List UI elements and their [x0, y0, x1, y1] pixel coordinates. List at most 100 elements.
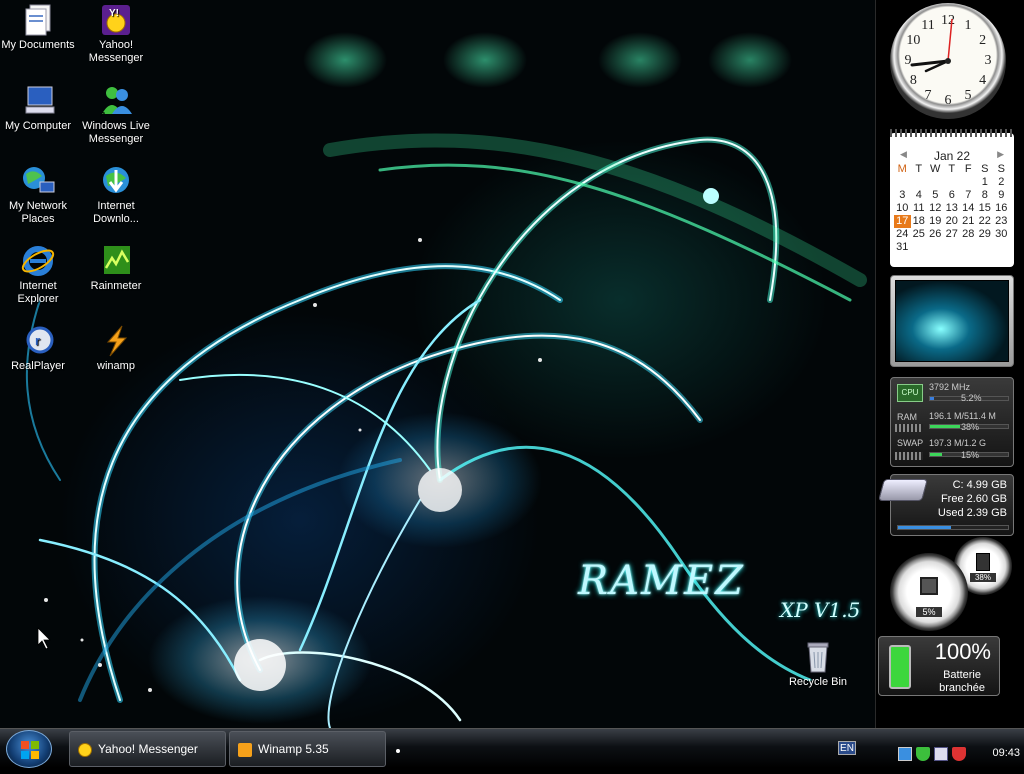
calendar-day[interactable]: 12 [927, 202, 944, 215]
wallpaper-version: XP V1.5 [780, 598, 861, 622]
calendar-day[interactable]: 13 [944, 202, 961, 215]
cpu-gauge-value: 5% [916, 607, 942, 617]
swap-label: SWAP [897, 438, 924, 448]
cpu-meter-gadget: CPU 3792 MHz 5.2% RAM 196.1 M/511.4 M 38… [890, 377, 1014, 467]
drive-usage-bar [897, 525, 1009, 530]
desktop-icon-internet-explorer[interactable]: Internet Explorer [0, 244, 78, 306]
display-icon[interactable] [934, 747, 948, 761]
drive-size: C: 4.99 GB [952, 479, 1007, 491]
battery-gadget: 100% Batterie branchée [878, 636, 1000, 696]
network-places-icon [20, 164, 56, 198]
calendar-day[interactable]: 28 [960, 228, 977, 241]
calendar-day[interactable]: 18 [911, 215, 928, 228]
desktop-icon-internet-download[interactable]: Internet Downlo... [76, 164, 156, 226]
battery-status-1: Batterie [943, 669, 981, 681]
internet-download-icon [98, 164, 134, 198]
hard-drive-icon [878, 479, 928, 501]
cpu-gauge: 5% [890, 553, 968, 631]
calendar-day[interactable]: 1 [977, 176, 994, 189]
desktop-icon-label: My Documents [1, 39, 75, 51]
calendar-day[interactable]: 27 [944, 228, 961, 241]
desktop-icon-realplayer[interactable]: r RealPlayer [0, 324, 78, 373]
calendar-day[interactable]: 29 [977, 228, 994, 241]
calendar-day[interactable]: 23 [993, 215, 1010, 228]
desktop-icon-windows-live-messenger[interactable]: ↗ Windows Live Messenger [76, 84, 156, 146]
calendar-day[interactable]: 30 [993, 228, 1010, 241]
calendar-day[interactable]: 15 [977, 202, 994, 215]
desktop-icon-my-computer[interactable]: My Computer [0, 84, 78, 133]
desktop-icon-recycle-bin[interactable]: Recycle Bin [778, 640, 858, 689]
calendar-day[interactable]: 4 [911, 189, 928, 202]
calendar-day [977, 241, 994, 254]
chevron-left-icon[interactable]: ◀ [900, 149, 907, 160]
calendar-day[interactable]: 9 [993, 189, 1010, 202]
my-computer-icon [20, 84, 56, 118]
calendar-day[interactable]: 24 [894, 228, 911, 241]
calendar-day[interactable]: 10 [894, 202, 911, 215]
weekday-label: W [930, 163, 941, 175]
desktop-icon-rainmeter[interactable]: Rainmeter [76, 244, 156, 293]
calendar-month: Jan 22 [933, 149, 971, 163]
calendar-rings [890, 129, 1014, 137]
calendar-day[interactable]: 25 [911, 228, 928, 241]
security-shield-icon[interactable] [916, 747, 930, 761]
desktop[interactable]: RAMEZ XP V1.5 My Documents Y! Yahoo! Mes… [0, 0, 1024, 728]
calendar-day[interactable]: 5 [927, 189, 944, 202]
calendar-day[interactable]: 2 [993, 176, 1010, 189]
week-row: 31 [894, 241, 1010, 254]
windows-logo-icon [21, 741, 39, 759]
calendar-gadget[interactable]: ◀ Jan 22 ▶ M T W T F S S 1 2 3 4 5 6 7 8 9 10 11 12 13 14 15 1… [890, 129, 1014, 267]
calendar-day[interactable]: 14 [960, 202, 977, 215]
chevron-right-icon[interactable]: ▶ [997, 149, 1004, 160]
calendar-day[interactable]: 20 [944, 215, 961, 228]
ram-chip-icon [895, 424, 923, 432]
start-button[interactable] [6, 730, 52, 768]
desktop-icon-my-documents[interactable]: My Documents [0, 3, 78, 52]
drive-meter-gadget: C: 4.99 GB Free 2.60 GB Used 2.39 GB [878, 474, 1014, 536]
taskbar-button-yahoo-messenger[interactable]: Yahoo! Messenger [69, 731, 226, 767]
calendar-day [927, 241, 944, 254]
desktop-icon-yahoo-messenger[interactable]: Y! Yahoo! Messenger [76, 3, 156, 65]
calendar-day[interactable]: 19 [927, 215, 944, 228]
language-indicator[interactable]: EN [838, 741, 856, 755]
desktop-icon-network-places[interactable]: My Network Places [0, 164, 78, 226]
calendar-day[interactable]: 22 [977, 215, 994, 228]
taskbar-button-winamp[interactable]: Winamp 5.35 [229, 731, 386, 767]
battery-status-2: branchée [939, 682, 985, 694]
swap-percent: 15% [961, 450, 980, 460]
desktop-icon-label: Yahoo! Messenger [88, 39, 144, 64]
weekday-row: MTWTFSS [894, 163, 1010, 176]
my-documents-icon [20, 3, 56, 37]
calendar-day[interactable]: 7 [960, 189, 977, 202]
gadget-sidebar: 12 1 2 3 4 5 6 7 8 9 10 11 ◀ Jan 22 ▶ MTWTFSS123456… [875, 0, 1024, 728]
clock-time[interactable]: 09:43 [992, 747, 1020, 759]
desktop-icon-winamp[interactable]: winamp [76, 324, 156, 373]
winamp-bolt-icon [238, 742, 252, 757]
calendar-day[interactable]: 21 [960, 215, 977, 228]
slideshow-gadget[interactable] [890, 275, 1014, 367]
battery-icon [889, 645, 911, 689]
swap-value: 197.3 M/1.2 G [929, 438, 987, 448]
week-row: 17 18 19 20 21 22 23 [894, 215, 1010, 228]
clock-gadget[interactable]: 12 1 2 3 4 5 6 7 8 9 10 11 [890, 3, 1006, 119]
desktop-icon-label: Recycle Bin [788, 676, 848, 688]
winamp-icon [98, 324, 134, 358]
calendar-day[interactable]: 17 [894, 215, 911, 228]
calendar-day [960, 241, 977, 254]
calendar-day[interactable]: 31 [894, 241, 911, 254]
calendar-day[interactable]: 6 [944, 189, 961, 202]
cpu-percent: 5.2% [961, 393, 982, 403]
calendar-day[interactable]: 16 [993, 202, 1010, 215]
calendar-day[interactable]: 11 [911, 202, 928, 215]
warning-shield-icon[interactable] [952, 747, 966, 761]
calendar-day[interactable]: 8 [977, 189, 994, 202]
calendar-day[interactable]: 26 [927, 228, 944, 241]
internet-explorer-icon [20, 244, 56, 278]
calendar-day[interactable]: 3 [894, 189, 911, 202]
ram-label: RAM [897, 412, 917, 422]
network-icon[interactable] [898, 747, 912, 761]
desktop-icon-label: My Computer [4, 120, 72, 132]
wallpaper-title: RAMEZ [578, 558, 745, 604]
weekday-label: T [915, 163, 923, 175]
desktop-icon-label: winamp [97, 360, 135, 372]
